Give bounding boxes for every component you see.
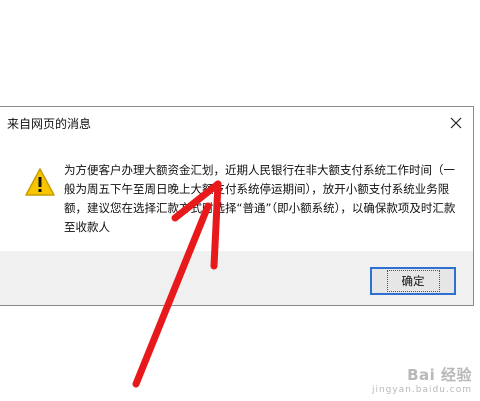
arrow-shaft (132, 202, 212, 388)
arrow-head-right (210, 180, 222, 270)
watermark-url: jingyan.baidu.com (371, 385, 472, 395)
watermark-text: Bai 经验 (407, 366, 472, 384)
arrow-head-left (171, 180, 222, 222)
watermark: Bai 经验 jingyan.baidu.com (372, 364, 472, 395)
red-arrow-annotation (132, 180, 222, 388)
